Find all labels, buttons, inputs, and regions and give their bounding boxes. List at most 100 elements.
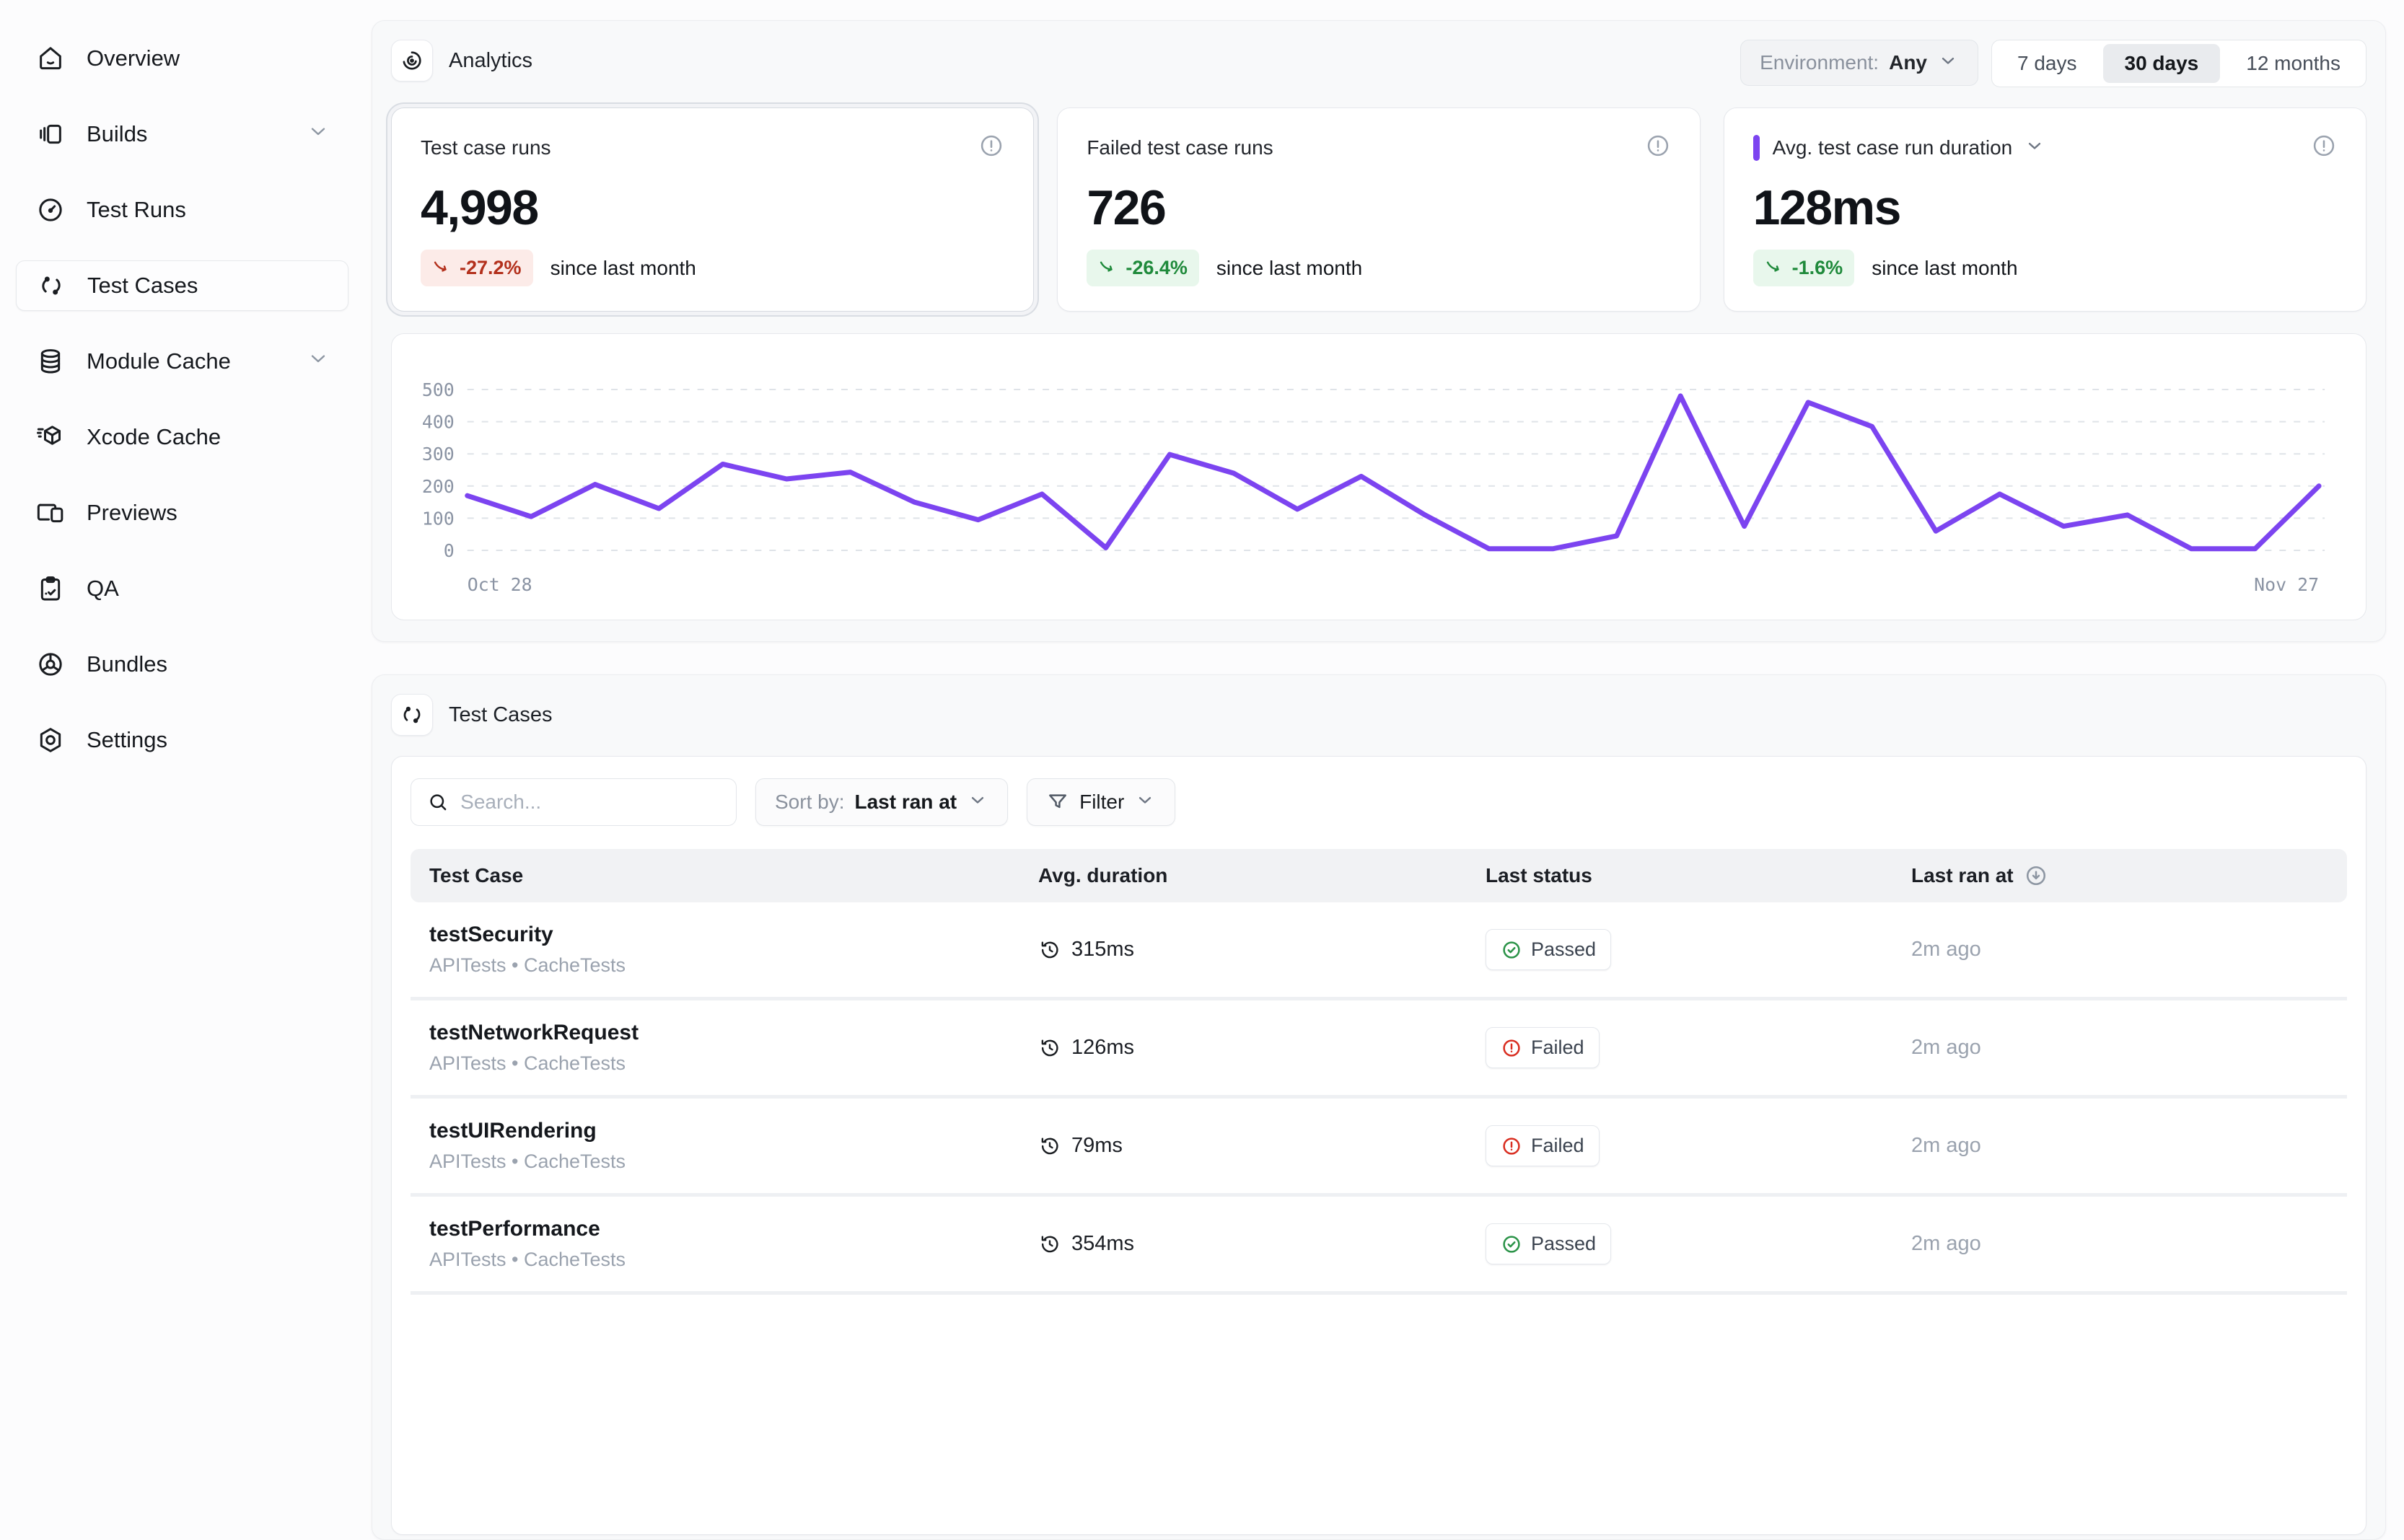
- history-clock-icon: [1038, 938, 1061, 962]
- chevron-down-icon: [307, 120, 330, 149]
- stat-value: 4,998: [421, 180, 1004, 236]
- filter-icon: [1046, 791, 1069, 814]
- trend-down-icon: [1098, 258, 1118, 278]
- search-icon: [427, 790, 449, 814]
- gear-icon: [35, 724, 66, 756]
- arrow-down-circle-icon: [2024, 863, 2048, 888]
- analytics-controls: Environment: Any 7 days 30 days 12 month…: [1740, 40, 2366, 87]
- range-7-days[interactable]: 7 days: [1996, 44, 2099, 83]
- status-badge: Failed: [1486, 1027, 1600, 1068]
- test-cases-toolbar: Sort by: Last ran at Filter: [411, 778, 2347, 826]
- sort-label: Sort by:: [775, 791, 844, 814]
- devices-icon: [35, 497, 66, 529]
- builds-icon: [35, 118, 66, 150]
- repeat-icon: [35, 270, 67, 302]
- test-suite: APITests • CacheTests: [429, 1249, 1038, 1271]
- environment-value: Any: [1889, 51, 1927, 74]
- stat-card-failed-runs[interactable]: Failed test case runs 726 -26.4% since l…: [1057, 107, 1700, 312]
- sidebar-item-label: Overview: [87, 45, 180, 71]
- sidebar-item-test-runs[interactable]: Test Runs: [16, 185, 348, 235]
- table-row[interactable]: testUIRendering APITests • CacheTests 79…: [411, 1099, 2347, 1197]
- time-range-group: 7 days 30 days 12 months: [1991, 40, 2366, 87]
- col-avg-duration: Avg. duration: [1038, 864, 1486, 887]
- stat-caption: since last month: [1872, 257, 2017, 280]
- stat-cards: Test case runs 4,998 -27.2% since last m…: [391, 107, 2366, 312]
- stat-card-test-case-runs[interactable]: Test case runs 4,998 -27.2% since last m…: [391, 107, 1034, 312]
- delta-badge: -27.2%: [421, 250, 533, 286]
- duration-value: 126ms: [1071, 1036, 1134, 1060]
- status-badge: Passed: [1486, 1223, 1611, 1264]
- stat-label: Failed test case runs: [1087, 136, 1273, 159]
- chevron-down-icon[interactable]: [2024, 135, 2045, 160]
- database-icon: [35, 346, 66, 377]
- chevron-down-icon: [967, 789, 988, 816]
- delta-badge: -1.6%: [1753, 250, 1855, 286]
- trend-down-icon: [432, 258, 452, 278]
- analytics-line-chart: 0100200300400500Oct 28Nov 27: [412, 337, 2346, 618]
- history-clock-icon: [1038, 1233, 1061, 1256]
- metric-accent-bar: [1753, 135, 1760, 161]
- gauge-icon: [35, 194, 66, 226]
- environment-select[interactable]: Environment: Any: [1740, 40, 1978, 86]
- svg-text:300: 300: [422, 444, 455, 465]
- table-row[interactable]: testPerformance APITests • CacheTests 35…: [411, 1197, 2347, 1295]
- table-header: Test Case Avg. duration Last status Last…: [411, 849, 2347, 902]
- stat-card-avg-duration[interactable]: Avg. test case run duration 128ms -1.6% …: [1724, 107, 2366, 312]
- range-30-days[interactable]: 30 days: [2103, 44, 2221, 83]
- svg-text:Nov 27: Nov 27: [2254, 574, 2319, 595]
- info-icon[interactable]: [978, 133, 1004, 162]
- info-icon[interactable]: [1645, 133, 1671, 162]
- svg-text:200: 200: [422, 476, 455, 497]
- sidebar-item-builds[interactable]: Builds: [16, 109, 348, 159]
- stat-caption: since last month: [1216, 257, 1362, 280]
- search-box: [411, 778, 737, 826]
- test-suite: APITests • CacheTests: [429, 1150, 1038, 1173]
- clipboard-check-icon: [35, 573, 66, 604]
- sidebar-item-overview[interactable]: Overview: [16, 33, 348, 84]
- search-input[interactable]: [460, 791, 720, 814]
- duration-value: 315ms: [1071, 938, 1134, 962]
- sidebar-item-settings[interactable]: Settings: [16, 715, 348, 765]
- filter-button[interactable]: Filter: [1027, 778, 1175, 826]
- test-cases-card: Sort by: Last ran at Filter Test Case Av…: [391, 756, 2366, 1535]
- sidebar-item-label: Settings: [87, 727, 167, 753]
- col-last-status: Last status: [1486, 864, 1911, 887]
- alert-circle-icon: [1501, 1037, 1522, 1059]
- test-name: testSecurity: [429, 923, 1038, 947]
- sidebar-item-xcode-cache[interactable]: Xcode Cache: [16, 412, 348, 462]
- filter-label: Filter: [1079, 791, 1124, 814]
- sidebar-item-previews[interactable]: Previews: [16, 488, 348, 538]
- wheel-icon: [35, 648, 66, 680]
- col-last-ran[interactable]: Last ran at: [1911, 863, 2328, 888]
- test-name: testNetworkRequest: [429, 1021, 1038, 1045]
- sidebar-item-test-cases[interactable]: Test Cases: [16, 260, 348, 311]
- sidebar-item-bundles[interactable]: Bundles: [16, 639, 348, 690]
- history-clock-icon: [1038, 1135, 1061, 1158]
- test-cases-icon: [391, 694, 433, 736]
- info-icon[interactable]: [2311, 133, 2337, 162]
- chevron-down-icon: [307, 347, 330, 376]
- chart-card: 0100200300400500Oct 28Nov 27: [391, 333, 2366, 620]
- svg-text:0: 0: [444, 540, 455, 561]
- table-row[interactable]: testSecurity APITests • CacheTests 315ms…: [411, 902, 2347, 1000]
- sidebar-item-label: Builds: [87, 121, 147, 147]
- last-ran-value: 2m ago: [1911, 1134, 2328, 1158]
- check-circle-icon: [1501, 939, 1522, 961]
- sort-button[interactable]: Sort by: Last ran at: [755, 778, 1008, 826]
- range-12-months[interactable]: 12 months: [2224, 44, 2362, 83]
- stat-label: Avg. test case run duration: [1773, 136, 2013, 159]
- test-cases-panel: Test Cases Sort by: Last ran at Filter: [372, 674, 2386, 1540]
- col-test-case: Test Case: [429, 864, 1038, 887]
- analytics-panel: Analytics Environment: Any 7 days 30 day…: [372, 20, 2386, 642]
- analytics-title: Analytics: [449, 49, 532, 73]
- sidebar-item-module-cache[interactable]: Module Cache: [16, 336, 348, 387]
- sidebar-item-qa[interactable]: QA: [16, 563, 348, 614]
- table-row[interactable]: testNetworkRequest APITests • CacheTests…: [411, 1000, 2347, 1099]
- sidebar-item-label: Xcode Cache: [87, 424, 221, 450]
- alert-circle-icon: [1501, 1135, 1522, 1157]
- sidebar-item-label: Module Cache: [87, 348, 231, 374]
- stat-value: 726: [1087, 180, 1670, 236]
- test-name: testPerformance: [429, 1217, 1038, 1241]
- sidebar-item-label: Test Runs: [87, 197, 186, 223]
- stat-value: 128ms: [1753, 180, 2337, 236]
